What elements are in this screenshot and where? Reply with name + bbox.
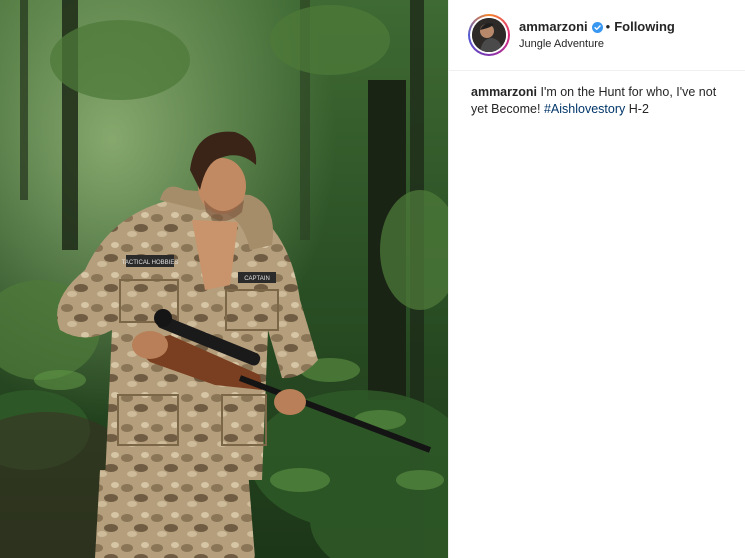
story-ring[interactable] [468,14,510,56]
verified-badge-icon [591,21,603,33]
post-header: ammarzoni • Following Jungle Adventure [449,0,745,71]
caption-username-link[interactable]: ammarzoni [471,85,537,99]
post-side-panel: ammarzoni • Following Jungle Adventure a… [448,0,745,558]
jungle-hunter-photo: TACTICAL HOBBIES CAPTAIN [0,0,448,558]
instagram-post: TACTICAL HOBBIES CAPTAIN ammarzoni • Fol… [0,0,745,558]
following-button[interactable]: Following [614,19,675,35]
username-link[interactable]: ammarzoni [519,19,588,35]
patch-left-label: TACTICAL HOBBIES [122,260,179,266]
separator-dot: • [605,19,611,34]
post-caption: ammarzoni I'm on the Hunt for who, I've … [449,71,745,118]
avatar[interactable] [472,18,506,52]
hashtag-link[interactable]: #Aishlovestory [544,102,625,116]
post-photo[interactable]: TACTICAL HOBBIES CAPTAIN [0,0,448,558]
avatar-image [472,18,506,52]
location-link[interactable]: Jungle Adventure [519,38,675,51]
name-row: ammarzoni • Following [519,19,675,35]
caption-suffix: H-2 [628,102,649,116]
header-text: ammarzoni • Following Jungle Adventure [519,19,675,51]
patch-right-label: CAPTAIN [244,276,270,282]
